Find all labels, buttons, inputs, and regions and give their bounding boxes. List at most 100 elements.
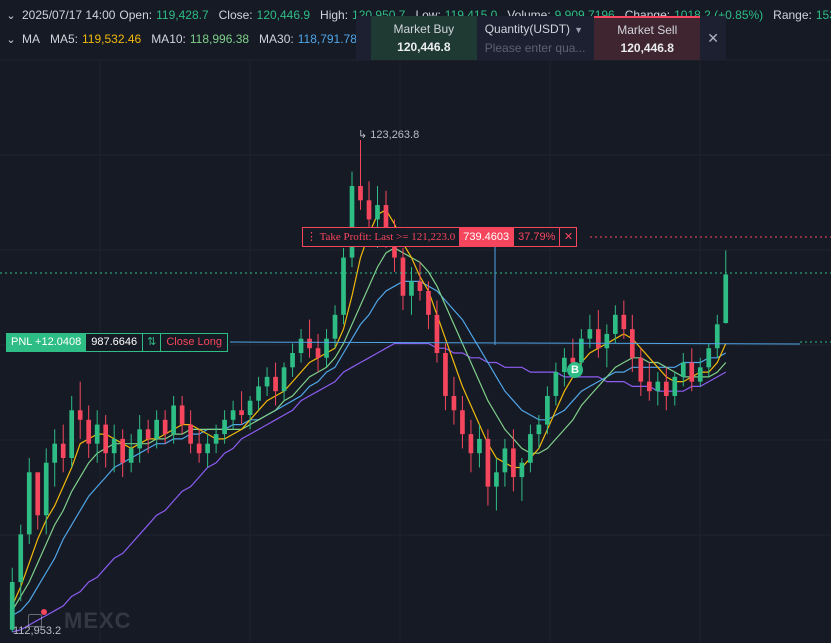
candle-body	[77, 410, 83, 420]
candle-body	[443, 353, 448, 396]
candles	[9, 140, 729, 632]
chevron-down-icon[interactable]: ⌄	[0, 33, 22, 46]
ma5-line	[11, 208, 727, 607]
position-label[interactable]: PNL +12.0408 987.6646 ⇅ Close Long	[6, 333, 228, 352]
candle-body	[9, 582, 15, 630]
long-ma-line	[12, 342, 727, 633]
notification-dot	[41, 609, 47, 615]
candle-body	[502, 448, 508, 473]
candle-body	[239, 410, 244, 416]
candle-body	[290, 353, 295, 368]
candle-body	[256, 386, 261, 401]
ma30-value: 118,791.78	[297, 32, 357, 46]
candle-body	[69, 410, 75, 458]
candle-body	[672, 376, 678, 396]
candle-body	[680, 362, 686, 377]
candle-body	[621, 314, 627, 330]
candle-body	[663, 381, 669, 396]
candle-body	[18, 534, 24, 583]
candle-body	[52, 443, 58, 463]
candle-body	[477, 438, 482, 454]
open-value: 119,428.7	[156, 8, 209, 22]
candle-body	[519, 462, 525, 478]
high-label: High:	[320, 8, 349, 22]
candle-body	[264, 376, 270, 387]
candle-body	[723, 274, 729, 324]
close-long-button[interactable]: Close Long	[160, 334, 227, 351]
candle-body	[162, 419, 168, 435]
reverse-arrows-icon[interactable]: ⇅	[142, 334, 161, 351]
candle-body	[213, 434, 219, 444]
mexc-watermark: MEXC	[64, 608, 132, 633]
candle-body	[689, 362, 695, 382]
candle-body	[612, 314, 618, 334]
candlestick-chart[interactable]	[0, 0, 831, 643]
candle-body	[553, 372, 559, 396]
ma10-value: 118,996.38	[189, 32, 250, 46]
candle-body	[646, 381, 652, 392]
candle-body	[324, 338, 329, 358]
take-profit-percent: 37.79%	[513, 228, 560, 246]
candle-body	[417, 281, 423, 291]
close-value: 120,446.9	[256, 8, 311, 22]
candle-body	[43, 462, 49, 516]
candle-body	[94, 424, 100, 444]
buy-marker[interactable]: B	[567, 362, 583, 378]
min-price-value: 112,953.2	[13, 625, 62, 637]
chevron-down-icon[interactable]: ⌄	[0, 9, 22, 22]
candle-body	[587, 329, 593, 339]
candle-body	[366, 200, 372, 220]
candle-body	[247, 400, 253, 416]
quantity-input[interactable]	[484, 40, 589, 55]
candle-body	[358, 185, 363, 201]
candle-body	[579, 338, 584, 363]
close-label: Close:	[218, 8, 253, 22]
candle-body	[26, 472, 32, 535]
candle-body	[205, 443, 210, 454]
take-profit-order-label[interactable]: ⋮ Take Profit: Last >= 121,223.0 739.460…	[302, 227, 578, 247]
ma10-label: MA10:	[151, 32, 186, 46]
candle-body	[179, 405, 185, 425]
quantity-unit-label: Quantity(USDT)	[484, 21, 571, 36]
quantity-field: Quantity(USDT) ▼	[477, 16, 595, 60]
candle-body	[460, 410, 465, 435]
candle-body	[706, 348, 712, 368]
pnl-value: PNL +12.0408	[7, 334, 86, 351]
quick-trade-panel: Market Buy 120,446.8 Quantity(USDT)▼ Mar…	[356, 16, 726, 60]
moving-average-lines	[11, 208, 727, 633]
candle-body	[511, 448, 516, 478]
max-price-value: 123,263.8	[370, 129, 420, 141]
ma-indicator-name[interactable]: MA	[22, 32, 40, 46]
candle-body	[400, 257, 406, 296]
max-price-marker: ↳ 123,263.8	[358, 129, 420, 141]
market-buy-price: 120,446.8	[397, 40, 451, 54]
close-icon[interactable]: ✕	[700, 16, 726, 60]
candle-body	[86, 419, 92, 444]
order-lines	[0, 236, 831, 345]
ma5-label: MA5:	[50, 32, 79, 46]
candle-body	[409, 281, 414, 296]
candle-body	[222, 419, 227, 435]
candle-body	[434, 314, 440, 354]
candle-body	[332, 314, 338, 339]
cancel-take-profit-icon[interactable]: ✕	[559, 228, 577, 246]
candle-body	[145, 429, 151, 439]
candle-body	[638, 357, 644, 382]
candle-body	[307, 338, 312, 349]
take-profit-text: ⋮ Take Profit: Last >= 121,223.0	[303, 228, 460, 246]
ma30-label: MA30:	[259, 32, 294, 46]
candle-body	[103, 424, 109, 454]
candle-body	[545, 395, 550, 425]
candle-body	[171, 405, 176, 435]
quantity-unit-selector[interactable]: Quantity(USDT) ▼	[485, 22, 595, 36]
candle-body	[188, 424, 193, 444]
candle-body	[562, 357, 567, 373]
range-label: Range:	[773, 8, 812, 22]
candle-body	[230, 410, 236, 420]
range-value: 1535.7	[815, 8, 831, 22]
candle-body	[485, 438, 491, 487]
market-buy-button[interactable]: Market Buy 120,446.8	[371, 16, 477, 60]
ma-info-bar: ⌄ MA MA5: 119,532.46 MA10: 118,996.38 MA…	[0, 29, 367, 49]
market-sell-button[interactable]: Market Sell 120,446.8	[594, 16, 701, 60]
candle-body	[137, 429, 142, 449]
